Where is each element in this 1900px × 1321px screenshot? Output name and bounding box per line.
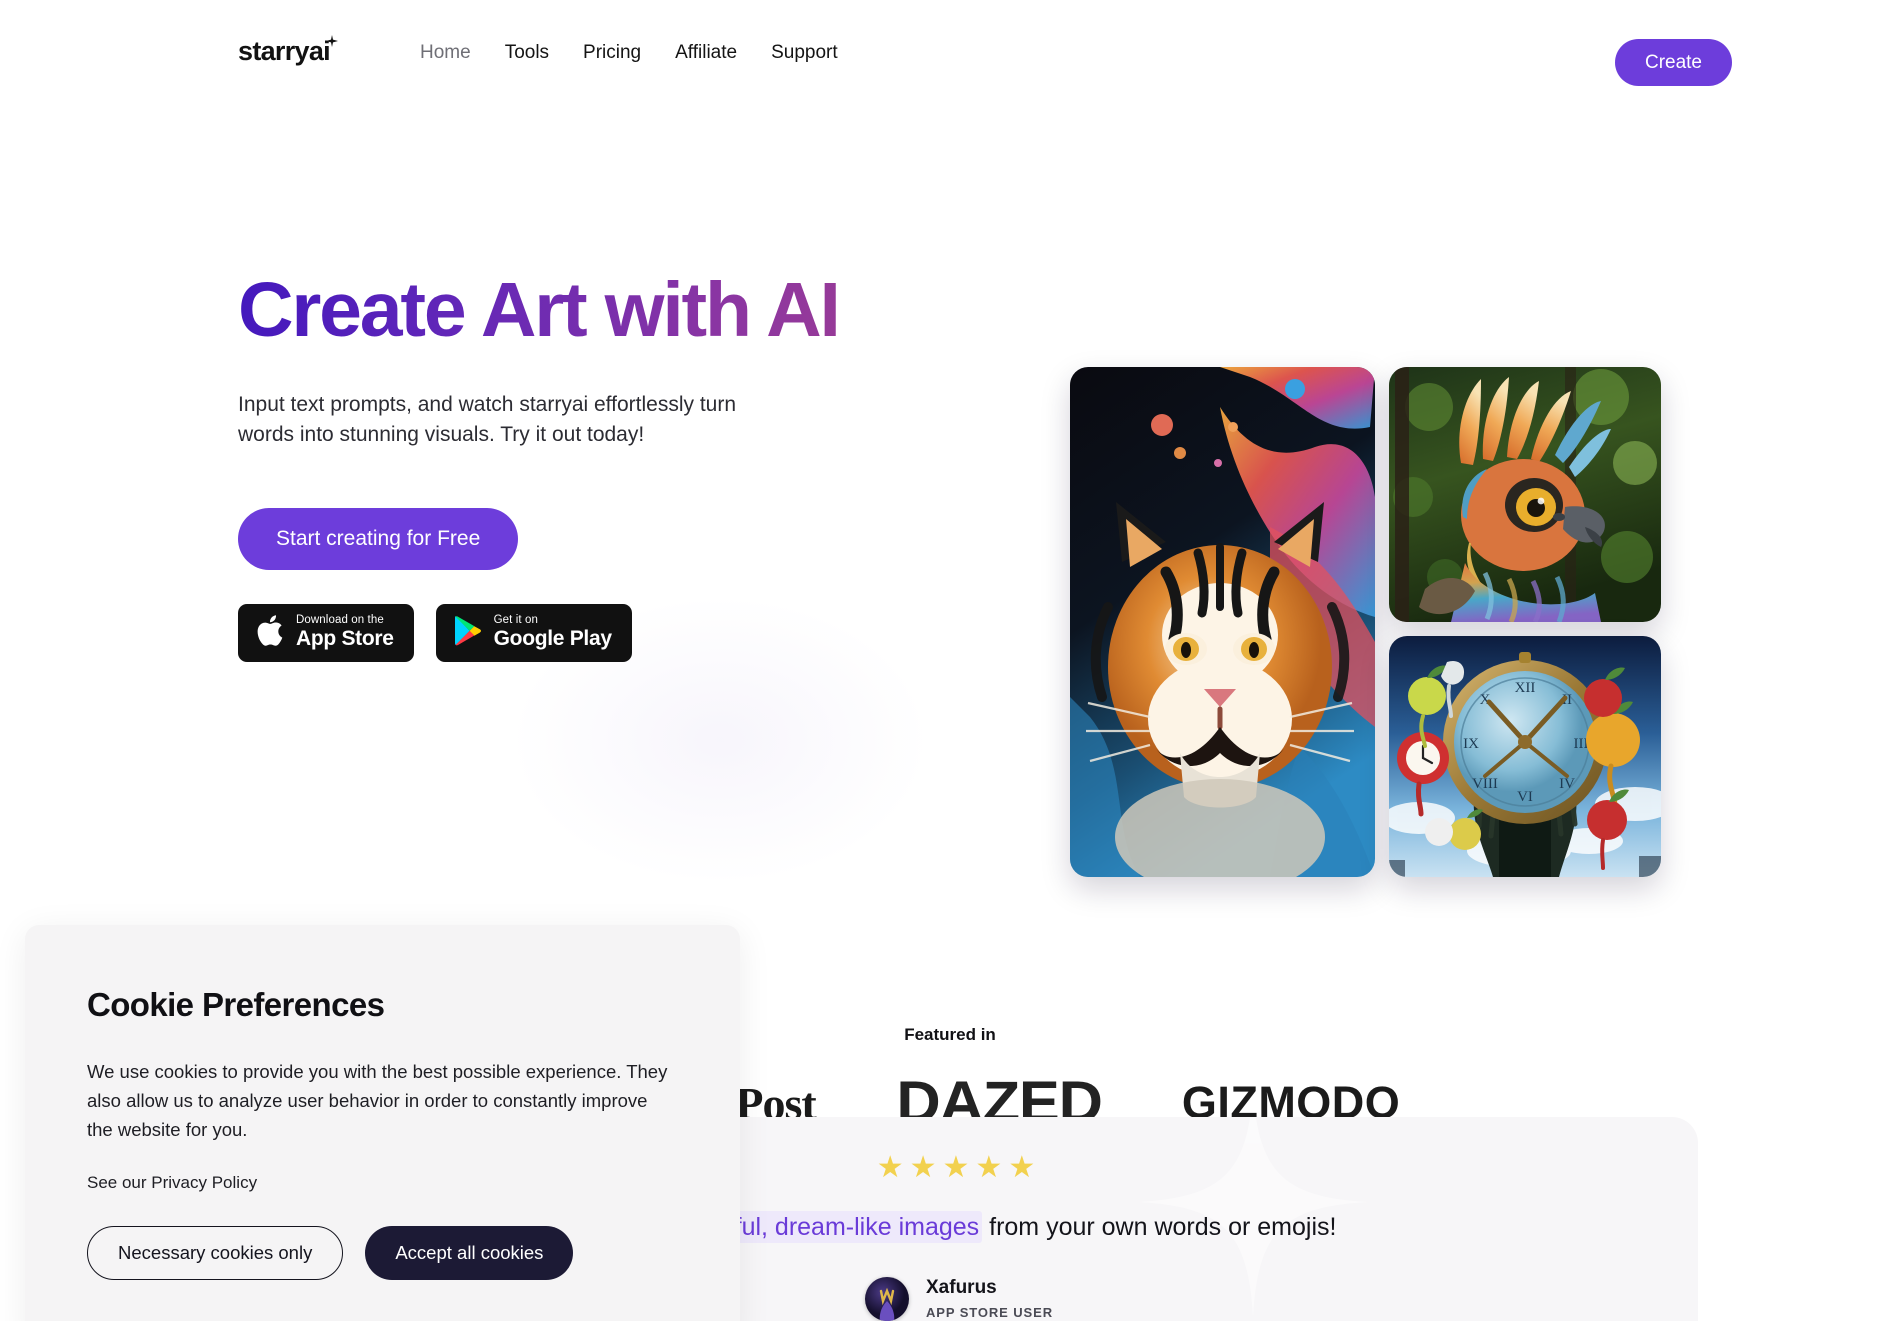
accept-all-cookies-button[interactable]: Accept all cookies xyxy=(365,1226,574,1280)
nav-item-support[interactable]: Support xyxy=(771,40,838,66)
create-button[interactable]: Create xyxy=(1614,39,1732,86)
reviewer-role: APP STORE USER xyxy=(926,1305,1053,1320)
nav-item-tools[interactable]: Tools xyxy=(505,40,549,66)
nav-item-pricing[interactable]: Pricing xyxy=(583,40,641,66)
google-play-badge[interactable]: Get it on Google Play xyxy=(435,603,632,662)
starryai-landing-page: starryai Home Tools Pricing Affiliate Su… xyxy=(0,0,1900,1321)
hero-gallery: XII II III IV VI VIII IX X xyxy=(1070,257,1670,877)
app-store-badges: Download on the App Store Get it on Goog… xyxy=(238,603,938,662)
google-play-badge-label: Google Play xyxy=(493,627,612,651)
hero-subtitle: Input text prompts, and watch starryai e… xyxy=(238,392,737,446)
google-play-badge-small: Get it on xyxy=(493,614,539,627)
quote-suffix: from your own words or emojis! xyxy=(982,1213,1337,1241)
reviewer-name: Xafurus xyxy=(926,1277,997,1298)
cookie-dialog-actions: Necessary cookies only Accept all cookie… xyxy=(87,1226,678,1280)
apple-icon xyxy=(256,614,284,652)
svg-text:IX: IX xyxy=(1463,736,1479,752)
svg-text:VIII: VIII xyxy=(1472,776,1498,792)
hero-copy: Create Art with AI Input text prompts, a… xyxy=(238,269,938,662)
app-store-badge-label: App Store xyxy=(296,627,394,651)
bird-artwork[interactable] xyxy=(1389,367,1661,622)
main-navigation: Home Tools Pricing Affiliate Support xyxy=(420,40,838,66)
svg-text:XII: XII xyxy=(1515,680,1536,696)
tiger-artwork[interactable] xyxy=(1070,367,1375,877)
brand-logo[interactable]: starryai xyxy=(238,35,339,66)
hero-section: Create Art with AI Input text prompts, a… xyxy=(0,110,1900,940)
site-header: starryai Home Tools Pricing Affiliate Su… xyxy=(0,0,1900,110)
start-creating-button[interactable]: Start creating for Free xyxy=(238,507,519,570)
app-store-badge[interactable]: Download on the App Store xyxy=(238,603,414,662)
cookie-dialog-body: We use cookies to provide you with the b… xyxy=(87,1061,668,1140)
nav-item-home[interactable]: Home xyxy=(420,40,471,66)
svg-text:IV: IV xyxy=(1559,776,1575,792)
brand-name: starryai xyxy=(238,36,331,66)
cookie-dialog-title: Cookie Preferences xyxy=(87,986,385,1023)
app-store-badge-small: Download on the xyxy=(296,614,384,627)
avatar xyxy=(865,1277,909,1321)
clock-artwork[interactable]: XII II III IV VI VIII IX X xyxy=(1389,636,1661,877)
necessary-cookies-only-button[interactable]: Necessary cookies only xyxy=(87,1226,344,1280)
google-play-icon xyxy=(454,615,482,651)
nav-item-affiliate[interactable]: Affiliate xyxy=(675,40,737,66)
privacy-policy-link[interactable]: See our Privacy Policy xyxy=(87,1172,257,1194)
cookie-preferences-dialog: Cookie Preferences We use cookies to pro… xyxy=(25,925,740,1321)
page-title: Create Art with AI xyxy=(238,269,938,352)
sparkle-icon xyxy=(325,35,339,48)
svg-text:VI: VI xyxy=(1517,789,1533,805)
